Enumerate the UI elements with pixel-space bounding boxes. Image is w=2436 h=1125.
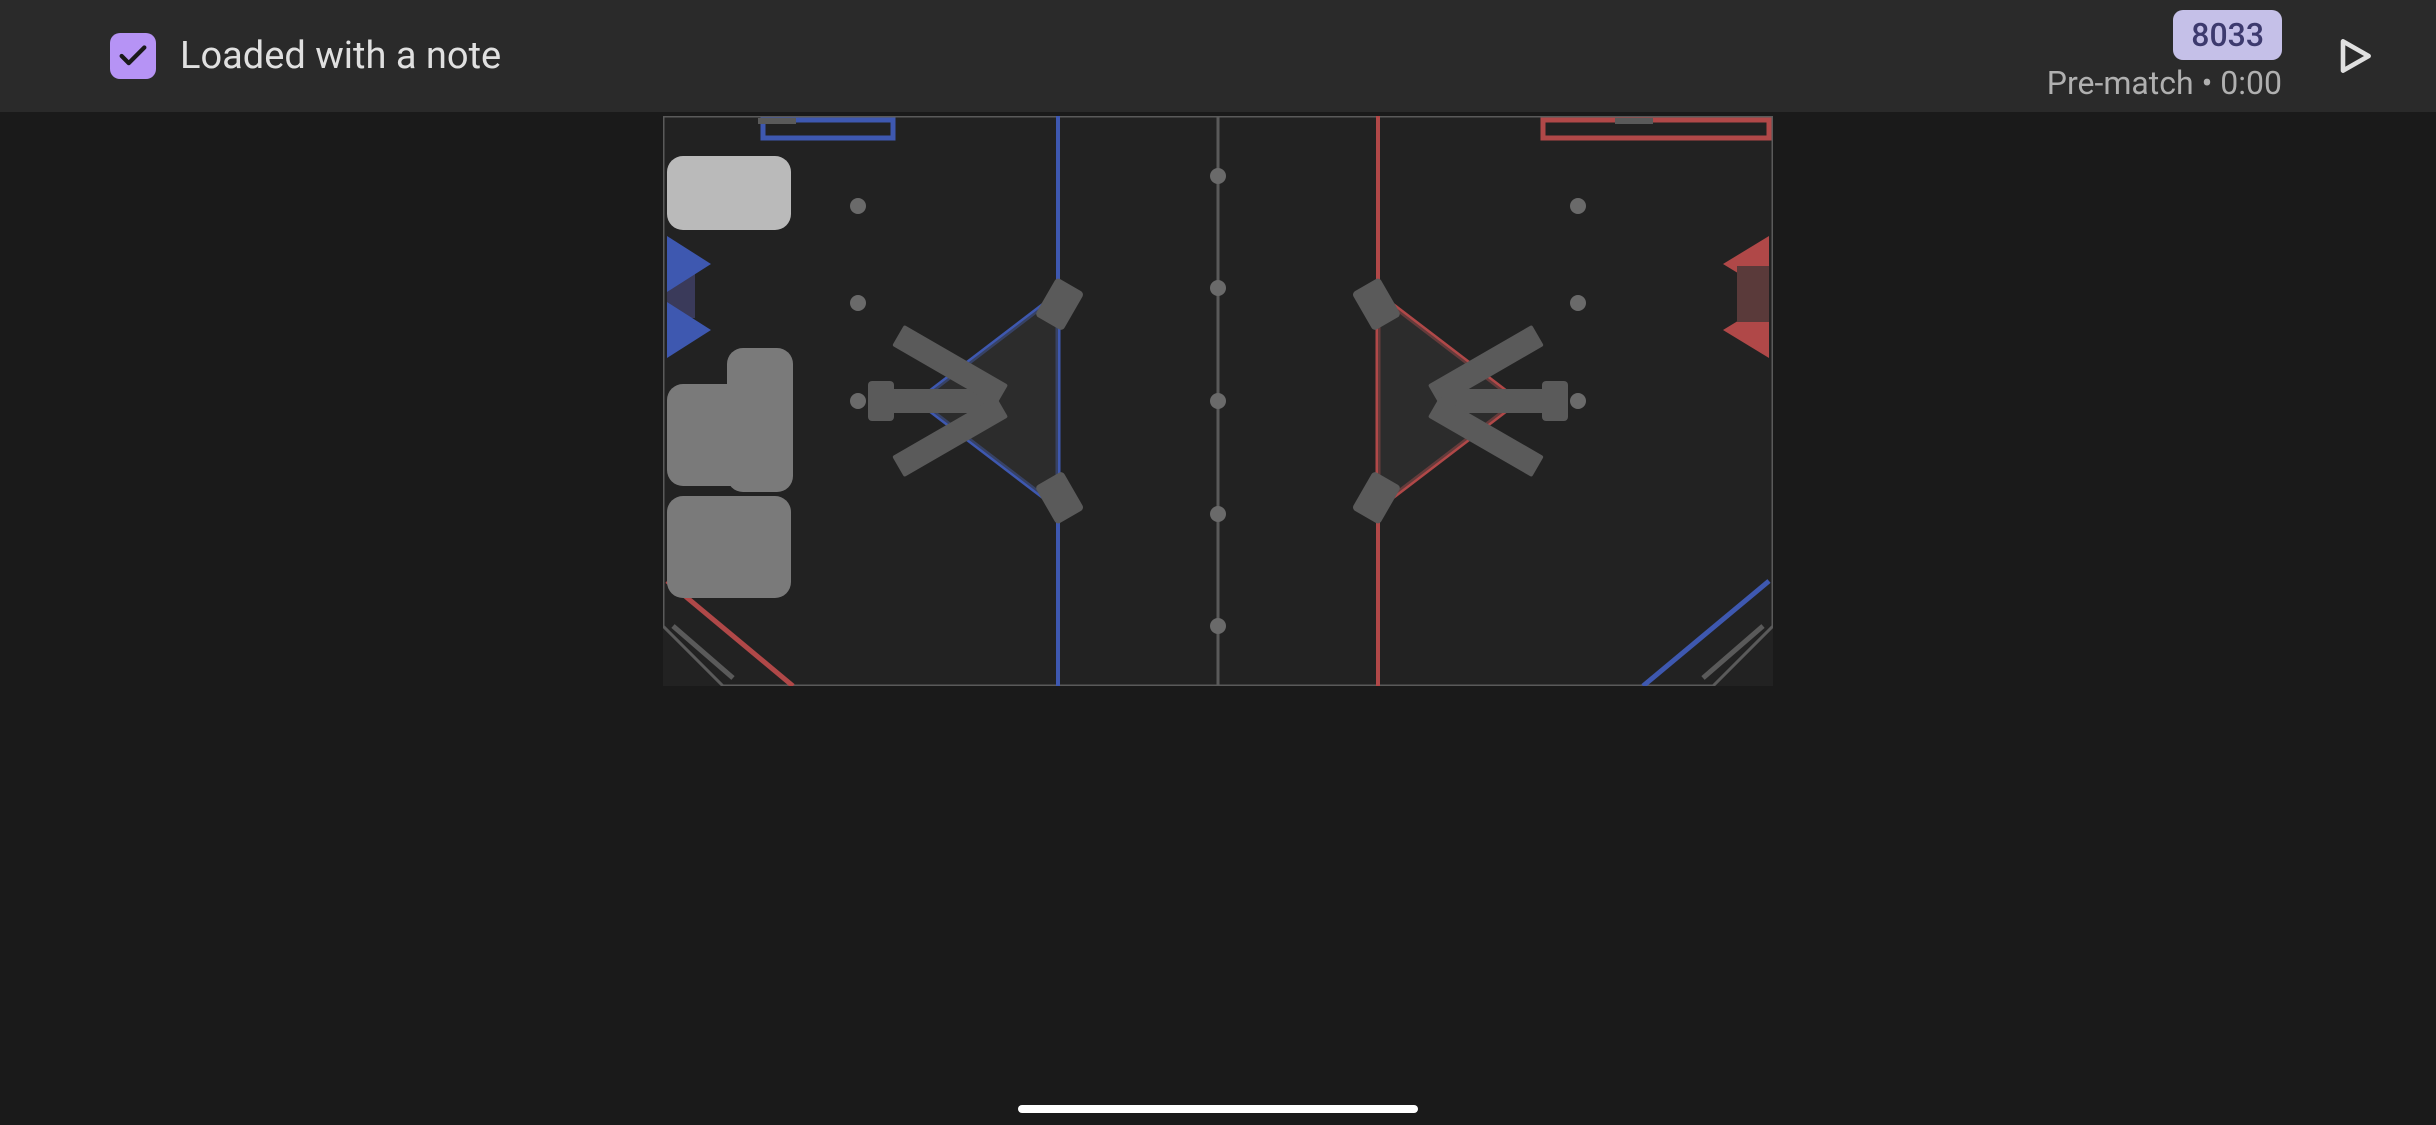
header-bar: Loaded with a note 8033 Pre-match • 0:00 [0,0,2436,112]
match-timer: 0:00 [2220,64,2282,102]
start-pos-1[interactable] [667,156,791,230]
play-icon [2332,34,2376,78]
start-pos-4[interactable] [667,496,791,598]
team-badge: 8033 [2173,10,2282,60]
start-pos-3[interactable] [667,384,791,486]
match-status: Pre-match • 0:00 [2047,64,2282,102]
header-right: 8033 Pre-match • 0:00 [2047,10,2376,102]
check-icon [116,39,150,73]
loaded-checkbox[interactable] [110,33,156,79]
field-svg [663,116,1773,686]
play-button[interactable] [2332,34,2376,78]
status-label: Loaded with a note [180,34,501,78]
game-field[interactable] [663,116,1773,690]
field-container [0,112,2436,690]
header-info: 8033 Pre-match • 0:00 [2047,10,2282,102]
home-indicator[interactable] [1018,1105,1418,1113]
match-phase: Pre-match [2047,64,2194,102]
header-left: Loaded with a note [110,33,501,79]
